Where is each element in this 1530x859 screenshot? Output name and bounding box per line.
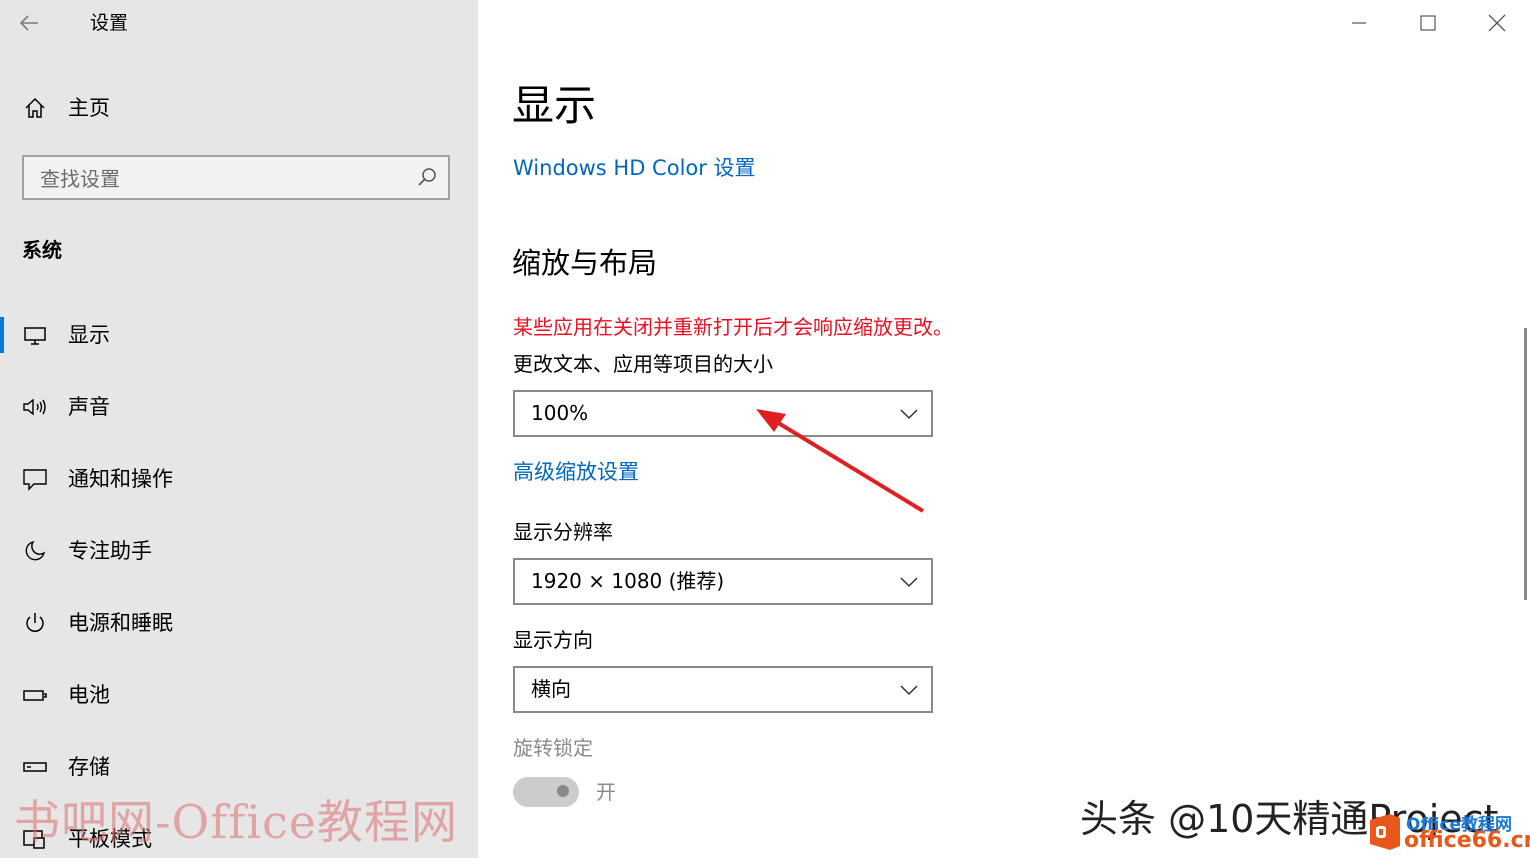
sidebar-item-label: 电源和睡眠: [68, 611, 173, 635]
scale-layout-heading: 缩放与布局: [512, 246, 658, 280]
sidebar-item-sound[interactable]: 声音: [22, 387, 462, 427]
rotation-lock-label: 旋转锁定: [513, 736, 593, 760]
advanced-scaling-link[interactable]: 高级缩放设置: [513, 457, 639, 487]
selected-indicator: [0, 317, 4, 353]
close-icon: [1488, 14, 1506, 32]
moon-icon: [22, 531, 48, 571]
notification-icon: [22, 459, 48, 499]
sidebar-item-focus-assist[interactable]: 专注助手: [22, 531, 462, 571]
orientation-value: 横向: [531, 677, 571, 701]
monitor-icon: [22, 315, 48, 355]
scale-label: 更改文本、应用等项目的大小: [513, 352, 773, 376]
maximize-icon: [1420, 15, 1436, 31]
chevron-down-icon: [900, 685, 918, 696]
sidebar-item-battery[interactable]: 电池: [22, 675, 462, 715]
rotation-lock-state: 开: [596, 780, 616, 804]
resolution-value: 1920 × 1080 (推荐): [531, 569, 725, 593]
minimize-button[interactable]: [1334, 6, 1384, 40]
page-title: 显示: [512, 81, 597, 130]
office-logo: Office教程网 office66.cn: [1366, 808, 1530, 858]
watermark-left: 书吧网-Office教程网: [14, 795, 459, 849]
logo-text-bottom: office66.cn: [1404, 828, 1530, 853]
power-icon: [22, 603, 48, 643]
rotation-lock-toggle[interactable]: [513, 777, 579, 807]
chevron-down-icon: [900, 577, 918, 588]
search-icon[interactable]: [416, 166, 438, 188]
resolution-label: 显示分辨率: [513, 520, 613, 544]
sidebar-item-label: 声音: [68, 395, 110, 419]
back-arrow-icon: [19, 15, 38, 31]
speaker-icon: [22, 387, 48, 427]
sidebar-item-display[interactable]: 显示: [22, 315, 462, 355]
app-title: 设置: [90, 12, 129, 34]
search-box: [22, 155, 450, 200]
minimize-icon: [1352, 22, 1366, 24]
sidebar: 设置 主页 系统 显示 声音 通知和操作: [0, 0, 478, 858]
storage-icon: [22, 747, 48, 787]
orientation-label: 显示方向: [513, 628, 593, 652]
scale-warning-text: 某些应用在关闭并重新打开后才会响应缩放更改。: [513, 315, 953, 339]
office-logo-icon: [1370, 814, 1400, 850]
sidebar-item-home[interactable]: 主页: [22, 88, 462, 128]
sidebar-item-label: 电池: [68, 683, 110, 707]
annotation-arrow: [756, 409, 925, 513]
hd-color-settings-link[interactable]: Windows HD Color 设置: [513, 153, 756, 183]
sidebar-item-label: 显示: [68, 323, 110, 347]
scrollbar-thumb[interactable]: [1524, 328, 1527, 600]
sidebar-item-label: 专注助手: [68, 539, 152, 563]
back-button[interactable]: [18, 8, 50, 38]
maximize-button[interactable]: [1403, 6, 1453, 40]
sidebar-item-storage[interactable]: 存储: [22, 747, 462, 787]
battery-icon: [22, 675, 48, 715]
sidebar-item-notifications[interactable]: 通知和操作: [22, 459, 462, 499]
search-input[interactable]: [38, 157, 412, 200]
orientation-dropdown[interactable]: 横向: [513, 666, 933, 713]
sidebar-item-label: 通知和操作: [68, 467, 173, 491]
resolution-dropdown[interactable]: 1920 × 1080 (推荐): [513, 558, 933, 605]
sidebar-home-label: 主页: [68, 96, 110, 120]
section-title-system: 系统: [22, 238, 62, 262]
home-icon: [22, 88, 48, 128]
toggle-knob: [557, 785, 569, 797]
sidebar-item-label: 存储: [68, 755, 110, 779]
scale-value: 100%: [531, 401, 589, 425]
sidebar-item-power-sleep[interactable]: 电源和睡眠: [22, 603, 462, 643]
close-button[interactable]: [1472, 6, 1522, 40]
